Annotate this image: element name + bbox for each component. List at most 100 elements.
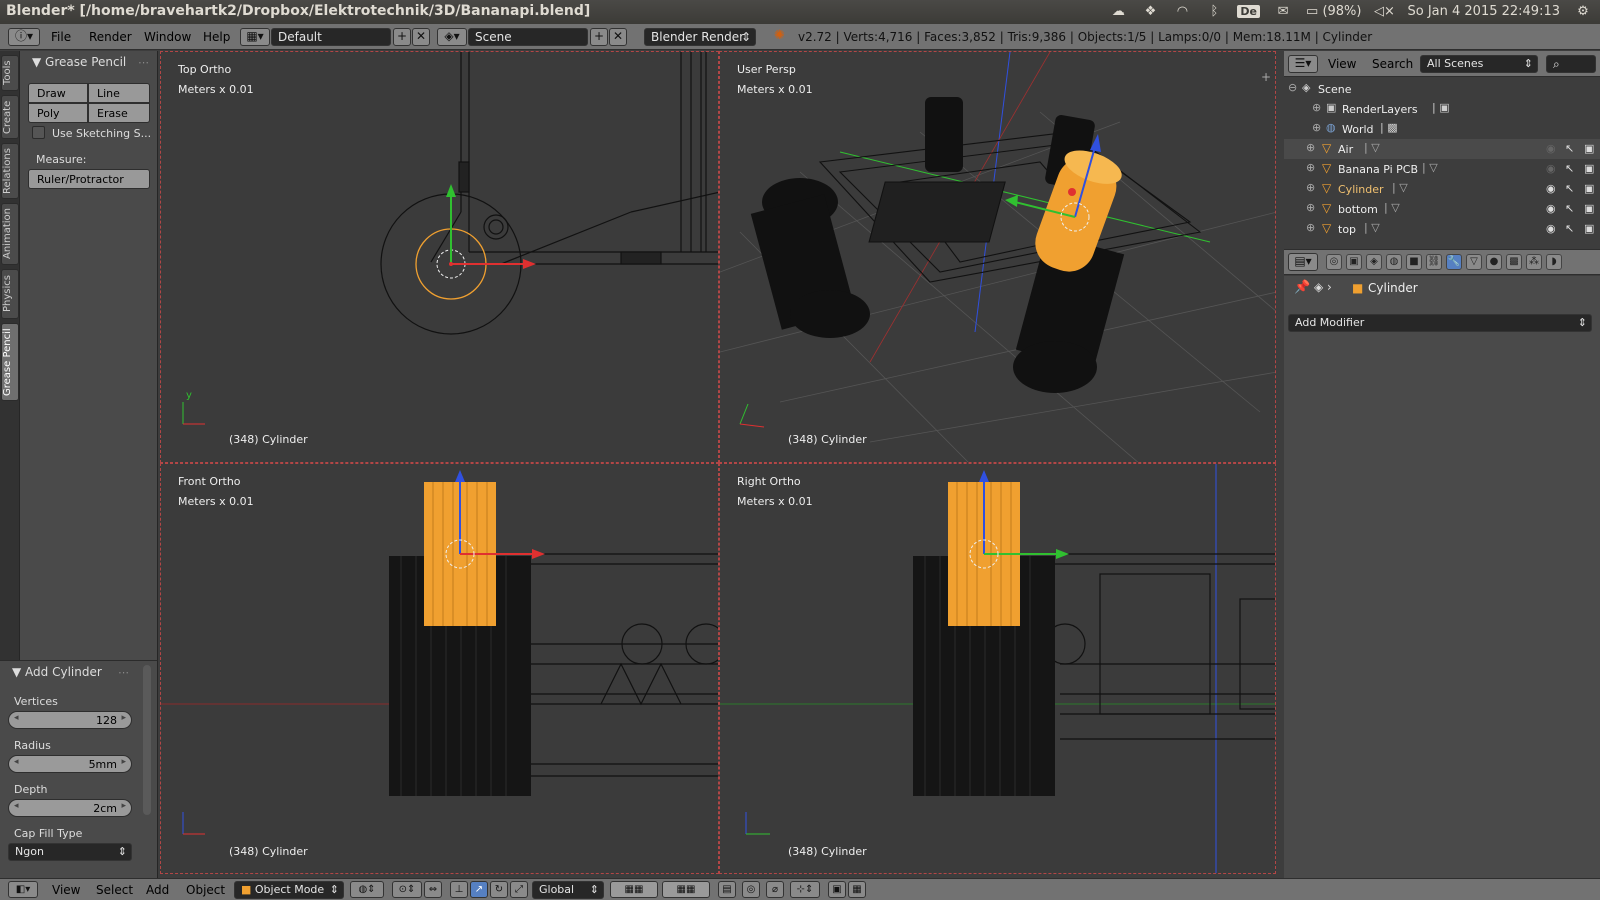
- add-cylinder-panel-header[interactable]: ▼ Add Cylinder: [12, 665, 102, 679]
- renderable-camera-icon[interactable]: ▣: [1584, 142, 1594, 155]
- render-tab-icon[interactable]: ◎: [1326, 254, 1342, 270]
- use-sketching-checkbox[interactable]: [32, 126, 45, 139]
- mail-icon[interactable]: ✉: [1274, 3, 1292, 19]
- menu-view[interactable]: View: [52, 883, 80, 897]
- line-button[interactable]: Line: [88, 83, 150, 103]
- scene-icon[interactable]: ◈▾: [437, 28, 467, 46]
- viewport-front-ortho[interactable]: Front Ortho Meters x 0.01 (348) Cylinder: [160, 463, 719, 874]
- increment-arrow-icon[interactable]: ▸: [121, 713, 126, 723]
- proportional-edit-icon[interactable]: ◎: [742, 881, 760, 898]
- menu-file[interactable]: File: [51, 30, 71, 44]
- drag-handle-icon[interactable]: ⋯: [138, 56, 149, 69]
- visibility-eye-icon[interactable]: ◉: [1546, 142, 1556, 155]
- object-tab-icon[interactable]: ■: [1406, 254, 1422, 270]
- rotate-manipulator-icon[interactable]: ↻: [490, 881, 508, 898]
- gear-icon[interactable]: ⚙: [1574, 3, 1592, 19]
- renderable-camera-icon[interactable]: ▣: [1584, 162, 1594, 175]
- texture-tab-icon[interactable]: ▩: [1506, 254, 1522, 270]
- remove-scene-button[interactable]: ✕: [609, 28, 627, 46]
- dropbox-icon[interactable]: ❖: [1141, 3, 1159, 19]
- selectable-cursor-icon[interactable]: ↖: [1565, 162, 1574, 175]
- visibility-eye-icon[interactable]: ◉: [1546, 202, 1556, 215]
- scene-tab-icon[interactable]: ◈: [1366, 254, 1382, 270]
- bluetooth-icon[interactable]: ᛒ: [1205, 3, 1223, 19]
- cloud-icon[interactable]: ☁: [1109, 3, 1127, 19]
- wifi-icon[interactable]: ◠: [1173, 3, 1191, 19]
- menu-render[interactable]: Render: [89, 30, 132, 44]
- tab-grease-pencil[interactable]: Grease Pencil: [1, 323, 19, 401]
- tab-tools[interactable]: Tools: [1, 55, 19, 91]
- menu-window[interactable]: Window: [144, 30, 191, 44]
- expand-icon[interactable]: ⊕: [1306, 181, 1315, 194]
- render-opengl-image-icon[interactable]: ▣: [828, 881, 846, 898]
- drag-handle-icon[interactable]: ⋯: [118, 666, 129, 679]
- visibility-eye-icon[interactable]: ◉: [1546, 162, 1556, 175]
- snap-icon[interactable]: ⌀: [766, 881, 784, 898]
- viewport-right-ortho[interactable]: Right Ortho Meters x 0.01 (348) Cylinder: [719, 463, 1276, 874]
- volume-icon[interactable]: ◁×: [1374, 3, 1395, 19]
- selectable-cursor-icon[interactable]: ↖: [1565, 202, 1574, 215]
- expand-icon[interactable]: ⊕: [1306, 221, 1315, 234]
- outliner-row-scene[interactable]: ⊖ ◈ Scene: [1284, 79, 1600, 99]
- screen-layout-icon[interactable]: ▦▾: [240, 28, 270, 46]
- interaction-mode-select[interactable]: ■ Object Mode ⇕: [234, 881, 344, 899]
- grease-pencil-panel-header[interactable]: ▼ Grease Pencil: [32, 55, 126, 69]
- data-tab-icon[interactable]: ▽: [1466, 254, 1482, 270]
- expand-icon[interactable]: ⊕: [1312, 121, 1321, 134]
- pin-icon[interactable]: 📌: [1294, 280, 1310, 295]
- increment-arrow-icon[interactable]: ▸: [121, 757, 126, 767]
- constraints-tab-icon[interactable]: ⛓: [1426, 254, 1442, 270]
- render-engine-select[interactable]: Blender Render ⇕: [644, 28, 756, 46]
- snap-element-icon[interactable]: ⊹⇕: [790, 881, 820, 898]
- selectable-cursor-icon[interactable]: ↖: [1565, 142, 1574, 155]
- outliner-display-mode-select[interactable]: All Scenes ⇕: [1420, 55, 1538, 73]
- outliner-editor-type-icon[interactable]: ☰▾: [1288, 55, 1318, 73]
- manipulator-toggle-icon[interactable]: ⊥: [450, 881, 468, 898]
- outliner-row-bottom[interactable]: ⊕ ▽ bottom | ▽ ◉ ↖ ▣: [1284, 199, 1600, 219]
- outliner-row-top[interactable]: ⊕ ▽ top | ▽ ◉ ↖ ▣: [1284, 219, 1600, 239]
- outliner-search-field[interactable]: ⌕: [1546, 55, 1596, 73]
- menu-add[interactable]: Add: [146, 883, 169, 897]
- expand-icon[interactable]: ⊕: [1312, 101, 1321, 114]
- viewport-user-persp[interactable]: User Persp Meters x 0.01 (348) Cylinder …: [719, 51, 1276, 463]
- pivot-point-icon[interactable]: ⊙⇕: [392, 881, 422, 898]
- battery-indicator[interactable]: ▭ (98%): [1306, 4, 1361, 19]
- scale-manipulator-icon[interactable]: ⤢: [510, 881, 528, 898]
- material-tab-icon[interactable]: ●: [1486, 254, 1502, 270]
- translate-manipulator-icon[interactable]: ↗: [470, 881, 488, 898]
- vertices-field[interactable]: ◂ 128 ▸: [8, 711, 132, 729]
- decrement-arrow-icon[interactable]: ◂: [14, 757, 19, 767]
- visibility-eye-icon[interactable]: ◉: [1546, 222, 1556, 235]
- editor-type-3dview-icon[interactable]: ◧▾: [8, 881, 38, 898]
- layers-grid-icon[interactable]: ▦▦: [610, 881, 658, 898]
- scene-field[interactable]: Scene: [468, 28, 588, 46]
- add-layout-button[interactable]: +: [393, 28, 411, 46]
- menu-help[interactable]: Help: [203, 30, 230, 44]
- outliner-row-air[interactable]: ⊕ ▽ Air | ▽ ◉ ↖ ▣: [1284, 139, 1600, 159]
- renderable-camera-icon[interactable]: ▣: [1584, 182, 1594, 195]
- outliner-view-menu[interactable]: View: [1328, 57, 1356, 71]
- physics-tab-icon[interactable]: ◗: [1546, 254, 1562, 270]
- outliner-row-renderlayers[interactable]: ⊕ ▣ RenderLayers | ▣: [1284, 99, 1600, 119]
- world-tab-icon[interactable]: ◍: [1386, 254, 1402, 270]
- tab-physics[interactable]: Physics: [1, 269, 19, 319]
- render-opengl-animation-icon[interactable]: ▦: [848, 881, 866, 898]
- tab-create[interactable]: Create: [1, 95, 19, 139]
- draw-button[interactable]: Draw: [28, 83, 88, 103]
- poly-button[interactable]: Poly: [28, 103, 88, 123]
- expand-icon[interactable]: ⊕: [1306, 141, 1315, 154]
- viewport-top-ortho[interactable]: Top Ortho Meters x 0.01 y (348) Cylinder: [160, 51, 719, 463]
- viewport-plus-icon[interactable]: +: [1261, 70, 1271, 84]
- renderable-camera-icon[interactable]: ▣: [1584, 222, 1594, 235]
- selectable-cursor-icon[interactable]: ↖: [1565, 222, 1574, 235]
- clock[interactable]: So Jan 4 2015 22:49:13: [1407, 4, 1560, 19]
- expand-icon[interactable]: ⊖: [1288, 81, 1297, 94]
- decrement-arrow-icon[interactable]: ◂: [14, 801, 19, 811]
- lock-layers-icon[interactable]: ▤: [718, 881, 736, 898]
- render-layers-tab-icon[interactable]: ▣: [1346, 254, 1362, 270]
- particles-tab-icon[interactable]: ⁂: [1526, 254, 1542, 270]
- outliner-row-banana-pi-pcb[interactable]: ⊕ ▽ Banana Pi PCB | ▽ ◉ ↖ ▣: [1284, 159, 1600, 179]
- outliner-row-cylinder[interactable]: ⊕ ▽ Cylinder | ▽ ◉ ↖ ▣: [1284, 179, 1600, 199]
- remove-layout-button[interactable]: ✕: [412, 28, 430, 46]
- modifiers-tab-icon[interactable]: 🔧: [1446, 254, 1462, 270]
